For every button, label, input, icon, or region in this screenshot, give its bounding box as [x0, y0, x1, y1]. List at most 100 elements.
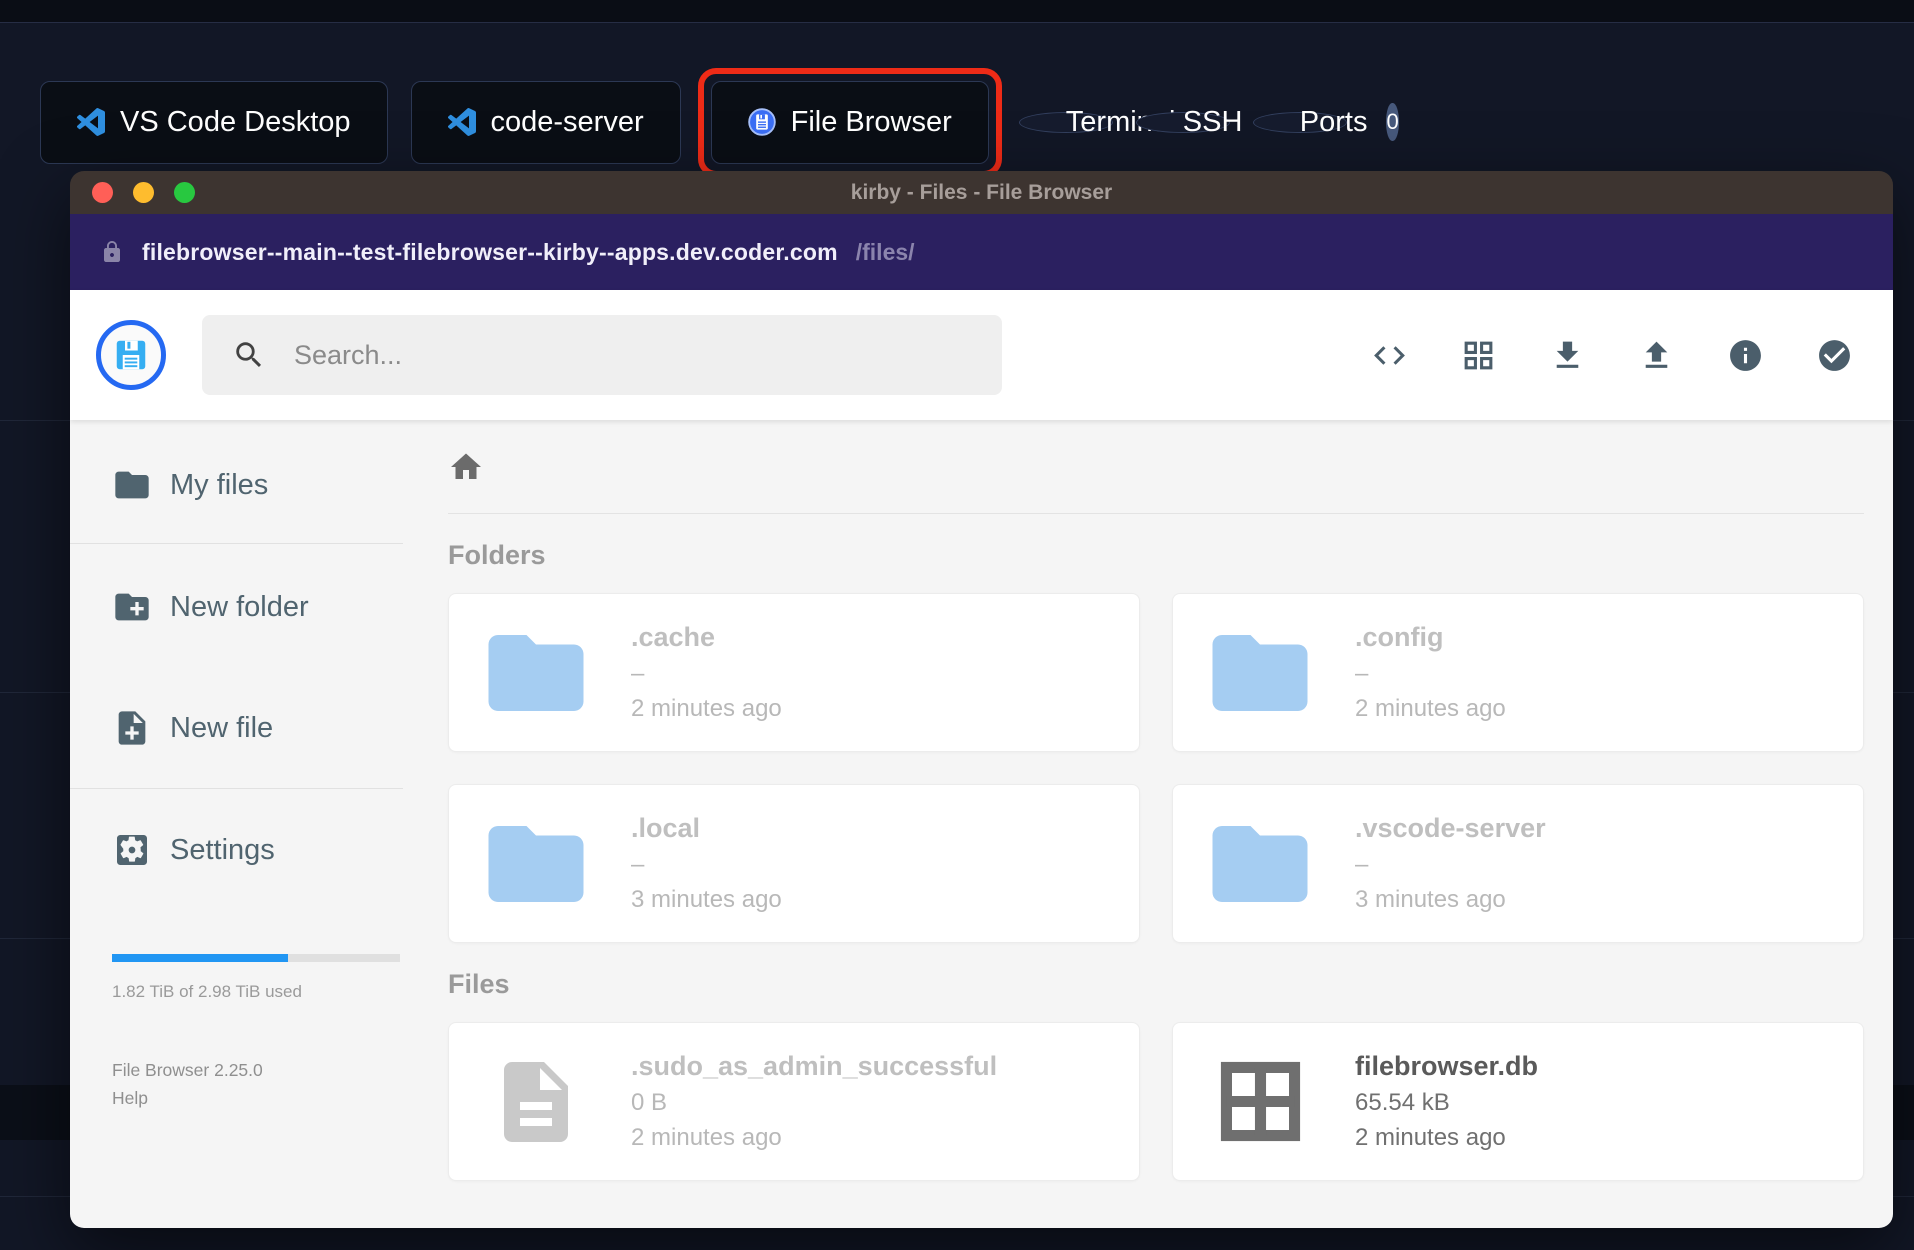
file-name: .config: [1355, 622, 1444, 652]
highlight-ring: File Browser: [697, 67, 1002, 177]
file-card-text: .cache – 2 minutes ago: [631, 622, 782, 723]
file-card-vscode-server[interactable]: .vscode-server – 3 minutes ago: [1172, 784, 1864, 943]
lock-icon: [100, 240, 124, 264]
divider: [70, 543, 403, 544]
desktop-top-strip: [0, 0, 1914, 23]
vscode-icon: [447, 108, 476, 136]
folder-card-icon: [479, 616, 593, 730]
file-card-config[interactable]: .config – 2 minutes ago: [1172, 593, 1864, 752]
file-sections: Folders .cache – 2 minutes ago .config – 2 min…: [448, 540, 1864, 1181]
sidebar-item-settings[interactable]: Settings: [112, 828, 275, 872]
sidebar-item-new-folder[interactable]: New folder: [112, 585, 309, 629]
folder-plus-icon: [112, 587, 152, 627]
workspace-tab-ports[interactable]: Ports 0: [1252, 103, 1399, 141]
file-card-text: .config – 2 minutes ago: [1355, 622, 1506, 723]
folder-icon: [1203, 807, 1317, 921]
file-card-text: .sudo_as_admin_successful 0 B 2 minutes ag…: [631, 1051, 997, 1152]
tab-label: SSH: [1182, 105, 1243, 138]
search-icon: [232, 338, 266, 372]
check-circle-button[interactable]: [1816, 337, 1853, 374]
folder-card-icon: [1203, 616, 1317, 730]
file-modified-time: 2 minutes ago: [1355, 695, 1506, 722]
storage-progress-fill: [112, 954, 288, 962]
folder-icon: [1203, 616, 1317, 730]
desktop-background: VS Code Desktop code-server File Browser Te…: [0, 0, 1914, 1250]
tab-label: code-server: [490, 105, 644, 138]
grid-view-button[interactable]: [1460, 337, 1497, 374]
file-name: .local: [631, 813, 701, 843]
url-host: filebrowser--main--test-filebrowser--kir…: [142, 238, 838, 265]
home-button[interactable]: [448, 449, 484, 485]
file-card-sudo-as-admin-successful[interactable]: .sudo_as_admin_successful 0 B 2 minutes ag…: [448, 1022, 1140, 1181]
file-modified-time: 2 minutes ago: [631, 695, 782, 722]
window-titlebar: kirby - Files - File Browser: [70, 171, 1893, 214]
info-button[interactable]: [1727, 337, 1764, 374]
workspace-tab-terminal[interactable]: Terminal: [1018, 106, 1175, 138]
file-card-local[interactable]: .local – 3 minutes ago: [448, 784, 1140, 943]
download-icon: [1549, 337, 1586, 374]
check-circle-icon: [1816, 337, 1853, 374]
file-card-text: .local – 3 minutes ago: [631, 813, 782, 914]
file-name: .vscode-server: [1355, 813, 1546, 843]
file-card-filebrowser-db[interactable]: filebrowser.db 65.54 kB 2 minutes ago: [1172, 1022, 1864, 1181]
file-size: –: [631, 660, 645, 687]
storage-usage-label: 1.82 TiB of 2.98 TiB used: [112, 982, 302, 1001]
card-grid-folders: .cache – 2 minutes ago .config – 2 minutes ag…: [448, 593, 1864, 943]
search-box[interactable]: [202, 315, 1002, 395]
info-icon: [1727, 337, 1764, 374]
workspace-tab-ssh[interactable]: SSH: [1135, 106, 1242, 138]
zoom-button[interactable]: [174, 182, 195, 203]
sidebar-item-new-file[interactable]: New file: [112, 706, 273, 750]
sidebar: My files New folder New file Settings 1.82 …: [70, 420, 403, 1228]
storage-progress-bar: [112, 954, 400, 962]
floppy-disk-icon: [113, 337, 149, 373]
filebrowser-icon: [747, 108, 776, 136]
card-grid-files: .sudo_as_admin_successful 0 B 2 minutes ag…: [448, 1022, 1864, 1181]
app-version-label: File Browser 2.25.0: [112, 1060, 263, 1080]
file-size: –: [1355, 660, 1369, 687]
help-link[interactable]: Help: [112, 1088, 148, 1109]
folder-card-icon: [479, 807, 593, 921]
filebrowser-body: My files New folder New file Settings 1.82 …: [70, 420, 1893, 1228]
folder-icon: [112, 465, 152, 505]
divider: [70, 788, 403, 789]
file-card-cache[interactable]: .cache – 2 minutes ago: [448, 593, 1140, 752]
section-title-folders: Folders: [448, 540, 546, 570]
file-modified-time: 2 minutes ago: [1355, 1124, 1506, 1151]
folder-card-icon: [1203, 807, 1317, 921]
code-button[interactable]: [1371, 337, 1408, 374]
upload-button[interactable]: [1638, 337, 1675, 374]
sidebar-item-my-files[interactable]: My files: [112, 463, 268, 507]
file-name: .sudo_as_admin_successful: [631, 1051, 998, 1081]
file-card-text: .vscode-server – 3 minutes ago: [1355, 813, 1546, 914]
code-icon: [1371, 337, 1408, 374]
workspace-tab-code-server[interactable]: code-server: [410, 80, 681, 164]
document-icon: [488, 1047, 584, 1157]
file-name: filebrowser.db: [1355, 1051, 1539, 1081]
browser-url-bar[interactable]: filebrowser--main--test-filebrowser--kir…: [70, 214, 1893, 290]
file-modified-time: 2 minutes ago: [631, 1124, 782, 1151]
search-input[interactable]: [292, 338, 972, 372]
file-plus-icon: [112, 708, 152, 748]
breadcrumb: [448, 449, 1864, 485]
download-button[interactable]: [1549, 337, 1586, 374]
browser-window: kirby - Files - File Browser filebrowser…: [70, 171, 1893, 1228]
url-path: /files/: [855, 238, 915, 265]
file-size: 65.54 kB: [1355, 1089, 1450, 1116]
file-card-text: filebrowser.db 65.54 kB 2 minutes ago: [1355, 1051, 1538, 1152]
minimize-button[interactable]: [133, 182, 154, 203]
upload-icon: [1638, 337, 1675, 374]
file-listing: Folders .cache – 2 minutes ago .config – 2 min…: [403, 420, 1893, 1228]
divider: [448, 513, 1864, 514]
sidebar-item-label: New file: [170, 711, 274, 744]
filebrowser-header: [70, 290, 1893, 420]
section-title-files: Files: [448, 969, 510, 999]
close-button[interactable]: [92, 182, 113, 203]
folder-icon: [479, 616, 593, 730]
tab-label: Ports: [1299, 105, 1368, 138]
sidebar-item-label: New folder: [170, 590, 309, 623]
workspace-tab-vs-code-desktop[interactable]: VS Code Desktop: [40, 80, 388, 164]
filebrowser-logo-icon[interactable]: [96, 320, 166, 390]
window-controls: [92, 182, 195, 203]
workspace-tab-file-browser[interactable]: File Browser: [710, 80, 989, 164]
